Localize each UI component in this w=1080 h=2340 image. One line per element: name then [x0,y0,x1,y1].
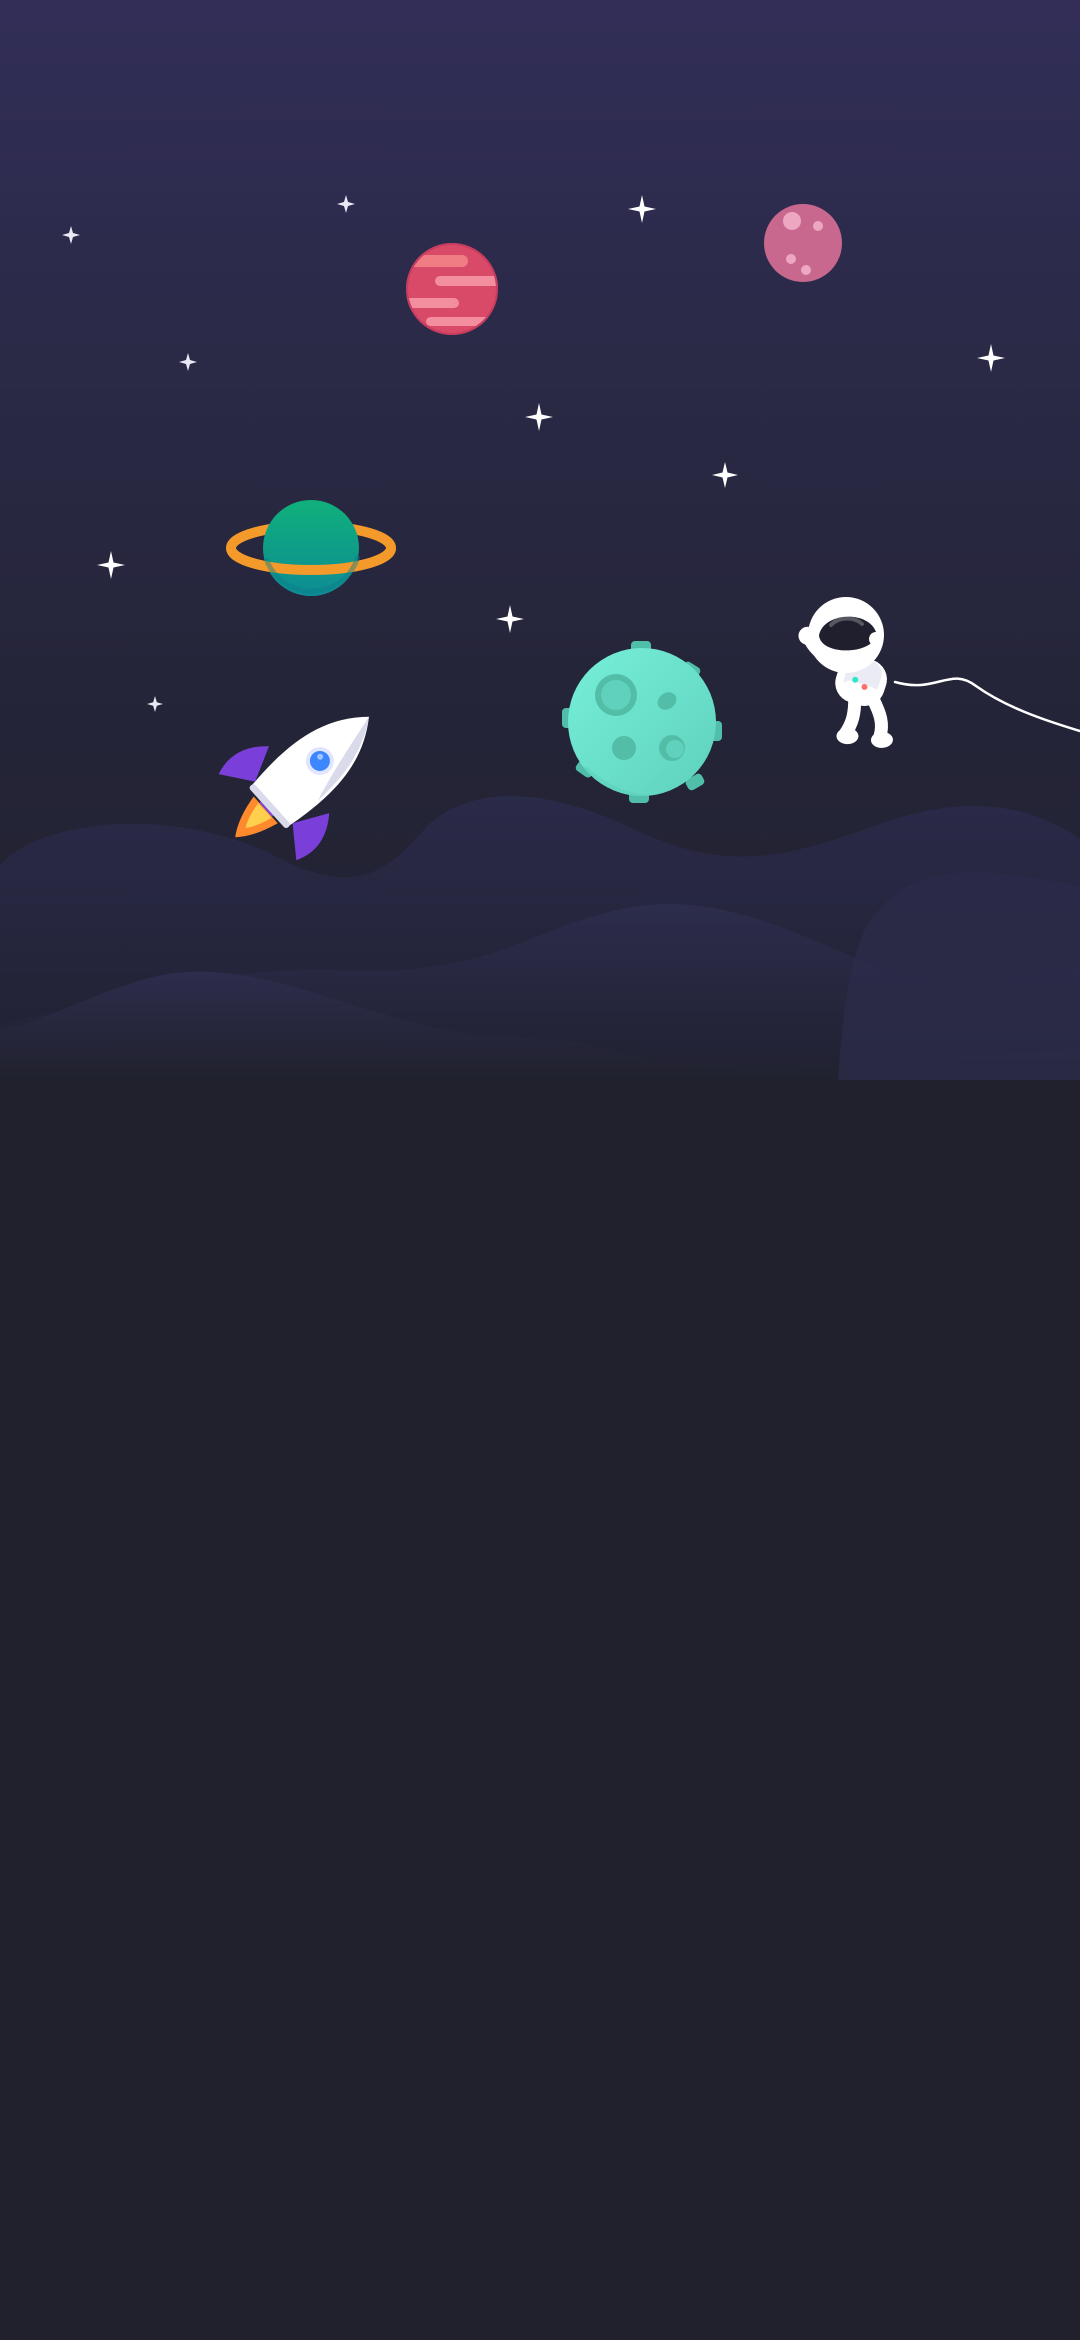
star [147,696,163,712]
wallpaper-screen [0,0,1080,2340]
star [97,551,125,579]
cratered-moon [562,641,722,803]
star [179,353,197,371]
star [628,195,656,223]
star [337,195,355,213]
floating-astronaut [798,597,1080,748]
star [525,403,553,431]
star [496,605,524,633]
star [712,462,738,488]
mauve-planet [764,204,842,282]
ringed-planet [226,500,396,596]
hills [0,795,1080,1080]
striped-pink-planet [406,243,498,335]
dark-background [0,1080,1080,2340]
space-scene [0,195,1080,1080]
star [977,344,1005,372]
star [62,226,80,244]
